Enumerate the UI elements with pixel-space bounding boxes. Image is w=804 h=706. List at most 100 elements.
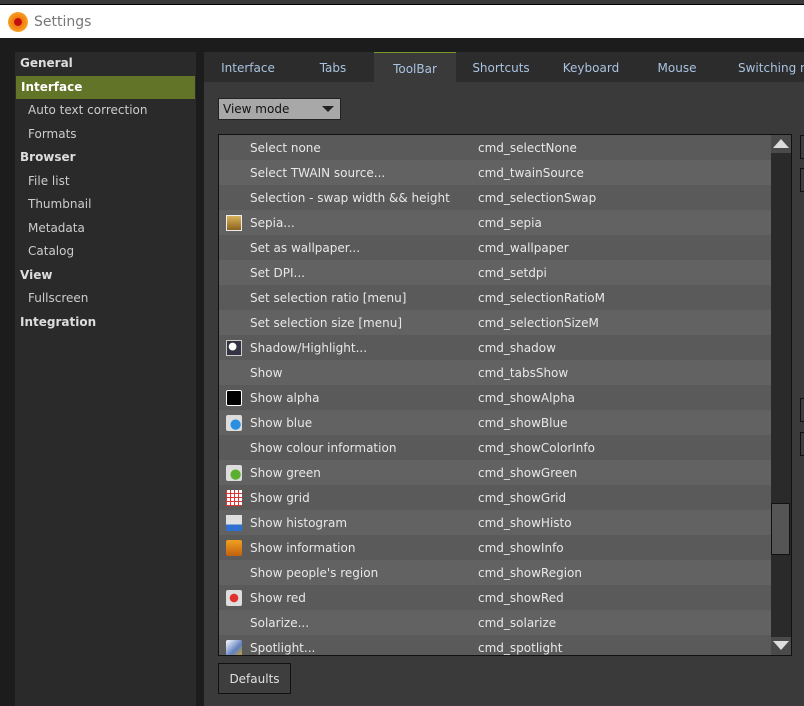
command-row[interactable]: Show cmd_tabsShow [219, 360, 771, 385]
command-name: Selection - swap width && height [250, 190, 450, 205]
sidebar-item-integration[interactable]: Integration [15, 311, 196, 335]
command-id: cmd_showGrid [478, 490, 567, 505]
command-row[interactable]: Show grid cmd_showGrid [219, 485, 771, 510]
command-name: Show grid [250, 490, 310, 505]
command-name: Select TWAIN source... [250, 165, 386, 180]
command-name: Show colour information [250, 440, 397, 455]
sidebar-item-browser[interactable]: Browser [15, 146, 196, 170]
side-button-3[interactable] [800, 398, 804, 422]
command-row[interactable]: Show histogram cmd_showHisto [219, 510, 771, 535]
view-mode-value: View mode [223, 102, 290, 116]
command-row[interactable]: Spotlight... cmd_spotlight [219, 635, 771, 655]
side-button-2[interactable] [800, 168, 804, 192]
shadow-highlight-icon [226, 340, 242, 356]
tab-toolbar[interactable]: ToolBar [374, 52, 456, 82]
view-mode-dropdown[interactable]: View mode [218, 98, 341, 120]
sidebar-item-thumbnail[interactable]: Thumbnail [15, 193, 196, 217]
command-row[interactable]: Show green cmd_showGreen [219, 460, 771, 485]
command-list[interactable]: Select none cmd_selectNone Select TWAIN so… [218, 134, 792, 656]
command-name: Spotlight... [250, 640, 316, 655]
tab-interface[interactable]: Interface [204, 52, 292, 82]
command-row[interactable]: Select none cmd_selectNone [219, 135, 771, 160]
side-button-4[interactable] [800, 432, 804, 456]
tab-bar: Interface Tabs ToolBar Shortcuts Keyboard Mou… [204, 52, 804, 82]
command-row[interactable]: Solarize... cmd_solarize [219, 610, 771, 635]
sepia-icon [226, 215, 242, 231]
command-row[interactable]: Selection - swap width && height cmd_sele… [219, 185, 771, 210]
command-row[interactable]: Show alpha cmd_showAlpha [219, 385, 771, 410]
command-row[interactable]: Select TWAIN source... cmd_twainSource [219, 160, 771, 185]
command-row[interactable]: Set as wallpaper... cmd_wallpaper [219, 235, 771, 260]
command-name: Show red [250, 590, 306, 605]
command-row[interactable]: Shadow/Highlight... cmd_shadow [219, 335, 771, 360]
command-row[interactable]: Show red cmd_showRed [219, 585, 771, 610]
command-name: Show green [250, 465, 321, 480]
command-row[interactable]: Set selection size [menu] cmd_selectionSi… [219, 310, 771, 335]
tab-mouse[interactable]: Mouse [636, 52, 718, 82]
sidebar-item-formats[interactable]: Formats [15, 123, 196, 147]
command-id: cmd_twainSource [478, 165, 584, 180]
tab-keyboard[interactable]: Keyboard [546, 52, 636, 82]
command-name: Solarize... [250, 615, 310, 630]
command-name: Select none [250, 140, 321, 155]
command-name: Show alpha [250, 390, 320, 405]
command-row[interactable]: Set DPI... cmd_setdpi [219, 260, 771, 285]
command-id: cmd_shadow [478, 340, 556, 355]
vertical-scrollbar[interactable] [771, 135, 791, 655]
command-row[interactable]: Show colour information cmd_showColorInfo [219, 435, 771, 460]
grid-icon [226, 490, 242, 506]
blue-channel-icon [226, 415, 242, 431]
command-id: cmd_showGreen [478, 465, 578, 480]
command-name: Set DPI... [250, 265, 305, 280]
command-id: cmd_tabsShow [478, 365, 569, 380]
scrollbar-thumb[interactable] [771, 503, 790, 555]
sidebar-item-view[interactable]: View [15, 264, 196, 288]
sidebar-item-general[interactable]: General [15, 52, 196, 76]
command-id: cmd_showHisto [478, 515, 572, 530]
side-button-1[interactable] [800, 135, 804, 159]
command-id: cmd_showRed [478, 590, 564, 605]
command-name: Sepia... [250, 215, 295, 230]
command-row[interactable]: Show people's region cmd_showRegion [219, 560, 771, 585]
sidebar-item-catalog[interactable]: Catalog [15, 240, 196, 264]
tab-switching-m[interactable]: Switching m [718, 52, 804, 82]
information-icon [226, 540, 242, 556]
tab-shortcuts[interactable]: Shortcuts [456, 52, 546, 82]
alpha-icon [226, 390, 242, 406]
command-id: cmd_showInfo [478, 540, 564, 555]
sidebar-item-metadata[interactable]: Metadata [15, 217, 196, 241]
command-name: Show blue [250, 415, 313, 430]
tab-tabs[interactable]: Tabs [292, 52, 374, 82]
settings-sidebar: General Interface Auto text correction Form… [15, 52, 196, 706]
command-name: Set selection ratio [menu] [250, 290, 407, 305]
scroll-up-button[interactable] [771, 135, 791, 153]
command-name: Show histogram [250, 515, 348, 530]
green-channel-icon [226, 465, 242, 481]
command-id: cmd_showBlue [478, 415, 568, 430]
command-id: cmd_sepia [478, 215, 542, 230]
command-id: cmd_selectionSizeM [478, 315, 599, 330]
command-id: cmd_selectionSwap [478, 190, 597, 205]
command-id: cmd_showAlpha [478, 390, 576, 405]
command-name: Set selection size [menu] [250, 315, 402, 330]
chevron-down-icon [322, 106, 334, 112]
command-row[interactable]: Set selection ratio [menu] cmd_selectionR… [219, 285, 771, 310]
command-id: cmd_selectionRatioM [478, 290, 606, 305]
command-id: cmd_showRegion [478, 565, 582, 580]
histogram-icon [226, 515, 242, 531]
sidebar-item-file-list[interactable]: File list [15, 170, 196, 194]
command-row[interactable]: Sepia... cmd_sepia [219, 210, 771, 235]
scroll-down-button[interactable] [771, 637, 791, 655]
sidebar-item-auto-text-correction[interactable]: Auto text correction [15, 99, 196, 123]
command-row[interactable]: Show information cmd_showInfo [219, 535, 771, 560]
command-name: Set as wallpaper... [250, 240, 361, 255]
command-id: cmd_selectNone [478, 140, 577, 155]
sidebar-item-fullscreen[interactable]: Fullscreen [15, 287, 196, 311]
app-logo-icon [8, 11, 28, 32]
defaults-button[interactable]: Defaults [218, 663, 291, 694]
command-row[interactable]: Show blue cmd_showBlue [219, 410, 771, 435]
command-id: cmd_wallpaper [478, 240, 569, 255]
command-id: cmd_showColorInfo [478, 440, 595, 455]
sidebar-item-interface[interactable]: Interface [16, 75, 195, 99]
command-name: Show people's region [250, 565, 379, 580]
